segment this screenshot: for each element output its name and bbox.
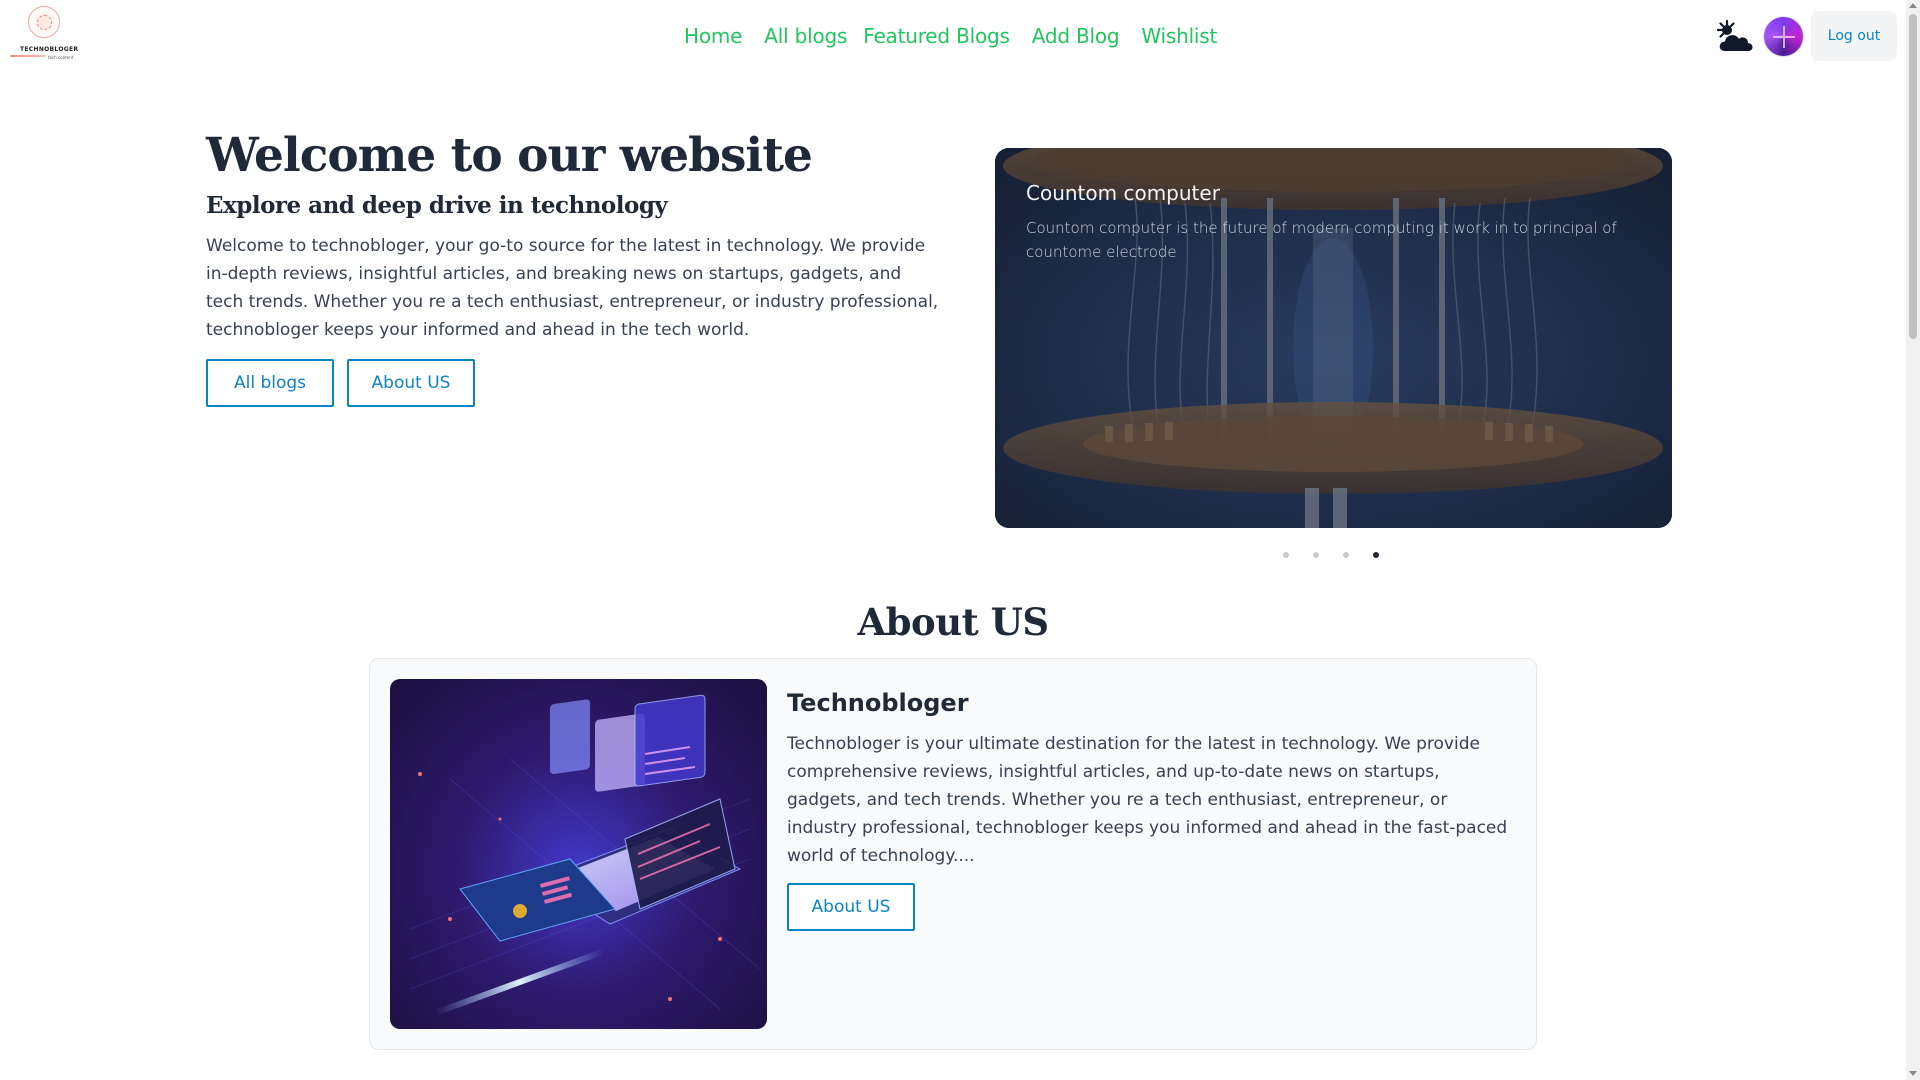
- carousel-slide-title: Countom computer: [1026, 181, 1220, 205]
- hero-title: Welcome to our website: [206, 128, 813, 183]
- logo-emblem-icon: [28, 6, 60, 38]
- logo-tagline: tech content: [48, 55, 74, 60]
- logo-underline: [10, 55, 46, 57]
- about-card-button[interactable]: About US: [787, 883, 915, 931]
- site-logo[interactable]: TECHNOBLOGER tech content: [8, 6, 78, 62]
- about-card-description: Technobloger is your ultimate destinatio…: [787, 734, 1508, 866]
- nav-link-all-blogs[interactable]: All blogs: [764, 20, 847, 52]
- navbar: TECHNOBLOGER tech content Home All blogs…: [0, 0, 1906, 72]
- carousel-dot-1[interactable]: [1283, 552, 1289, 558]
- nav-link-wishlist[interactable]: Wishlist: [1141, 20, 1217, 52]
- scroll-up-arrow-icon[interactable]: [1909, 3, 1917, 8]
- logo-name: TECHNOBLOGER: [20, 46, 79, 53]
- carousel-dot-3[interactable]: [1343, 552, 1349, 558]
- scrollbar-thumb[interactable]: [1909, 14, 1917, 339]
- main-nav: Home All blogs Featured Blogs Add Blog W…: [684, 20, 1217, 52]
- carousel-slide-description: Countom computer is the future of modern…: [1026, 219, 1617, 261]
- about-card-title: Technobloger: [787, 689, 969, 717]
- nav-link-home[interactable]: Home: [684, 20, 742, 52]
- carousel-dot-2[interactable]: [1313, 552, 1319, 558]
- about-illustration: [390, 679, 767, 1029]
- scroll-down-arrow-icon[interactable]: [1909, 1071, 1917, 1076]
- carousel-overlay: [995, 148, 1672, 528]
- cloud-sun-icon[interactable]: [1714, 18, 1756, 56]
- all-blogs-button[interactable]: All blogs: [206, 359, 334, 407]
- logout-button[interactable]: Log out: [1811, 11, 1897, 61]
- carousel-indicators: [1283, 552, 1403, 558]
- about-heading: About US: [857, 600, 1049, 644]
- nav-link-add-blog[interactable]: Add Blog: [1032, 20, 1120, 52]
- nav-link-featured-blogs[interactable]: Featured Blogs: [863, 20, 1010, 52]
- hero-carousel[interactable]: Countom computer Countom computer is the…: [995, 148, 1672, 528]
- hero-description: Welcome to technobloger, your go-to sour…: [206, 236, 939, 340]
- hero-subtitle: Explore and deep drive in technology: [206, 192, 668, 219]
- user-avatar[interactable]: [1763, 16, 1804, 57]
- carousel-dot-4[interactable]: [1373, 552, 1379, 558]
- page-scrollbar[interactable]: [1906, 0, 1920, 1080]
- about-us-button[interactable]: About US: [347, 359, 475, 407]
